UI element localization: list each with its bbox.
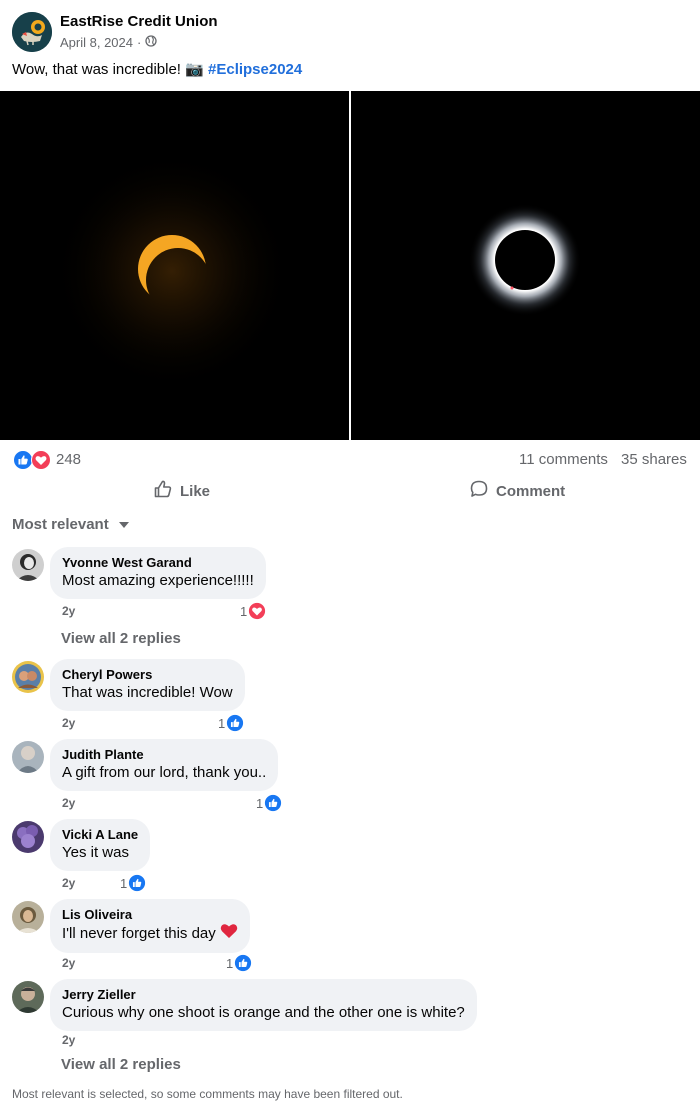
like-icon [226,714,245,732]
commenter-avatar-jerry[interactable] [12,981,44,1013]
sort-label: Most relevant [12,516,109,533]
comment-age[interactable]: 2y [62,716,75,730]
partial-eclipse-image [0,91,349,440]
filter-notice: Most relevant is selected, so some comme… [12,1087,403,1101]
comment-button-label: Comment [496,482,566,500]
comment-author[interactable]: Jerry Zieller [62,987,465,1003]
comment-text: I'll never forget this day [62,925,216,942]
avatar-photo [12,981,44,1013]
speech-bubble-icon [469,479,489,503]
comment-bubble: Yvonne West Garand Most amazing experien… [50,547,266,599]
comment-age[interactable]: 2y [62,796,75,810]
comment-count[interactable]: 11 comments [519,451,608,468]
love-icon [248,602,267,620]
comment-reactions[interactable]: 1 [226,954,253,972]
post-text-body: Wow, that was incredible! [12,61,186,78]
like-icon [264,794,283,812]
comment-button[interactable]: Comment [469,478,565,504]
red-heart-emoji [220,923,238,945]
comment-text: That was incredible! Wow [62,684,233,701]
comment-author[interactable]: Cheryl Powers [62,667,233,683]
avatar-photo [12,549,44,581]
avatar-photo [12,901,44,933]
comment-age[interactable]: 2y [62,604,75,618]
date-separator: · [137,35,142,50]
like-icon [234,954,253,972]
comment-author[interactable]: Judith Plante [62,747,266,763]
commenter-avatar-yvonne[interactable] [12,549,44,581]
commenter-avatar-judith[interactable] [12,741,44,773]
post-meta: April 8, 2024 · [60,35,157,50]
comment-author[interactable]: Lis Oliveira [62,907,238,923]
page-avatar[interactable] [12,12,52,52]
comment-reactions[interactable]: 1 [120,874,147,892]
comment-bubble: Judith Plante A gift from our lord, than… [50,739,279,791]
photo-partial-eclipse[interactable] [0,91,349,440]
thumbs-up-outline-icon [153,479,173,503]
comment-reaction-count: 1 [226,955,234,971]
comment-age[interactable]: 2y [62,876,75,890]
eastrise-logo [12,12,52,52]
comment-text: Most amazing experience!!!!! [62,572,254,589]
comment-reaction-count: 1 [120,875,128,891]
reaction-icons[interactable] [13,450,51,475]
commenter-avatar-lis[interactable] [12,901,44,933]
comment-author[interactable]: Yvonne West Garand [62,555,254,571]
camera-emoji: 📷 [185,61,204,78]
comment-age[interactable]: 2y [62,1033,75,1047]
comment-reactions[interactable]: 1 [218,714,245,732]
comment-bubble: Lis Oliveira I'll never forget this day [50,899,250,953]
comment-reactions[interactable]: 1 [240,602,267,620]
avatar-photo [12,821,44,853]
comment-reaction-count: 1 [256,795,264,811]
commenter-avatar-cheryl[interactable] [12,661,44,693]
page-name[interactable]: EastRise Credit Union [60,13,218,30]
share-count[interactable]: 35 shares [621,451,687,468]
sort-dropdown[interactable]: Most relevant [12,516,129,533]
like-button[interactable]: Like [153,478,210,504]
avatar-photo [12,741,44,773]
comment-text: A gift from our lord, thank you.. [62,764,267,781]
view-replies-link[interactable]: View all 2 replies [61,630,181,647]
comment-age[interactable]: 2y [62,956,75,970]
like-button-label: Like [180,482,211,500]
comment-reaction-count: 1 [218,715,226,731]
post-text: Wow, that was incredible! 📷 #Eclipse2024 [12,60,302,78]
comment-bubble: Cheryl Powers That was incredible! Wow [50,659,245,711]
hashtag-link[interactable]: #Eclipse2024 [208,61,302,78]
comment-reaction-count: 1 [240,603,248,619]
comment-author[interactable]: Vicki A Lane [62,827,138,843]
like-icon [13,450,33,475]
comment-bubble: Vicki A Lane Yes it was [50,819,151,871]
like-icon [128,874,147,892]
globe-icon [145,35,157,50]
comment-bubble: Jerry Zieller Curious why one shoot is o… [50,979,477,1031]
avatar-photo [12,661,44,693]
reaction-count[interactable]: 248 [56,451,81,468]
photo-total-eclipse[interactable] [351,91,700,440]
comment-text: Curious why one shoot is orange and the … [62,1004,465,1021]
comment-text-row: I'll never forget this day [62,923,238,945]
view-replies-link[interactable]: View all 2 replies [61,1056,181,1073]
post-date[interactable]: April 8, 2024 [60,35,133,50]
love-icon [31,450,51,475]
caret-down-icon [118,516,129,533]
comment-text: Yes it was [62,844,129,861]
comment-reactions[interactable]: 1 [256,794,283,812]
total-eclipse-image [351,91,700,440]
commenter-avatar-vicki[interactable] [12,821,44,853]
